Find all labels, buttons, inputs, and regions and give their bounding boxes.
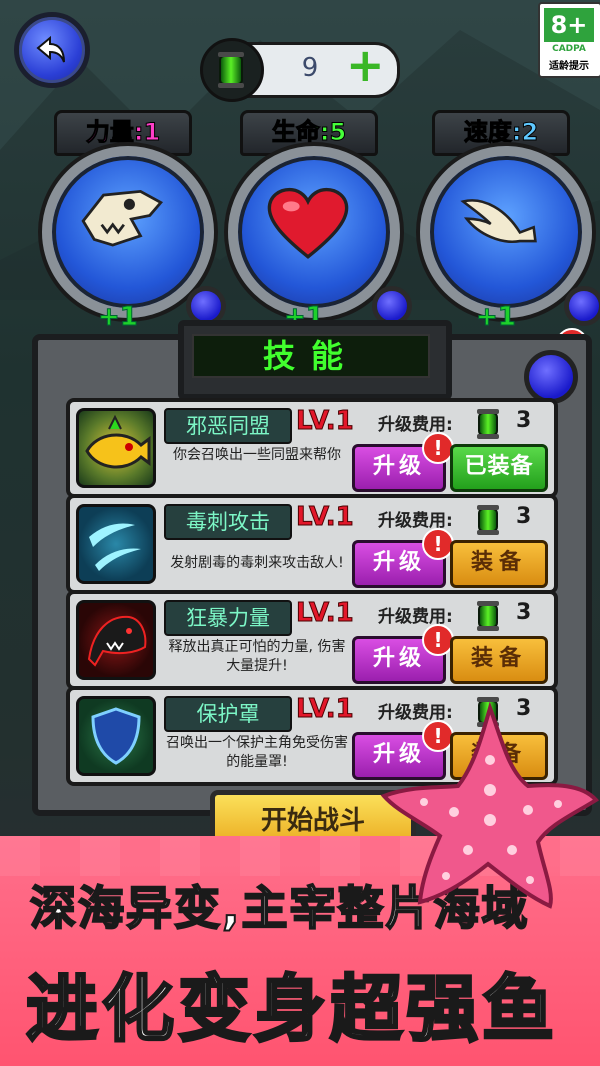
piranha-icon — [76, 408, 156, 488]
skill-cost-value: 3 — [516, 600, 532, 625]
gene-canister-icon — [477, 601, 499, 631]
skill-name: 狂暴力量 — [164, 600, 292, 636]
skills-panel-title: 技能 — [192, 334, 430, 378]
skill-level: LV.1 — [296, 406, 355, 437]
skill-level: LV.1 — [296, 502, 355, 533]
skill-cost-label: 升级费用: — [378, 607, 453, 627]
promo-tagline: 进化变身超强鱼 — [25, 966, 559, 1053]
poison-spike-icon — [76, 504, 156, 584]
shield-icon — [76, 696, 156, 776]
equipped-skill-button[interactable]: 已装备 — [450, 444, 548, 492]
equip-skill-button[interactable]: 装备 — [450, 636, 548, 684]
equip-skill-button[interactable]: 装备 — [450, 540, 548, 588]
plus-icon: + — [346, 38, 385, 92]
stat-bonus: +1 — [476, 302, 517, 333]
age-rating-badge: 8+ CADPA 适龄提示 — [538, 2, 600, 78]
skill-row-evil-alliance: 邪恶同盟 LV.1 升级费用: 3 你会召唤出一些同盟来帮你 升级 ! 已装备 — [66, 398, 558, 498]
gene-canister-icon — [218, 52, 244, 88]
skill-description: 发射剧毒的毒刺来攻击敌人! — [170, 555, 344, 571]
shark-skull-icon — [81, 189, 164, 247]
currency-icon-frame — [200, 38, 264, 102]
skill-description: 释放出真正可怕的力量, 伤害大量提升! — [168, 639, 346, 674]
skill-level: LV.1 — [296, 598, 355, 629]
skill-cost-label: 升级费用: — [378, 511, 453, 531]
age-rating-org: CADPA — [552, 44, 586, 54]
skill-row-poison-spike: 毒刺攻击 LV.1 升级费用: 3 发射剧毒的毒刺来攻击敌人! 升级 ! 装备 — [66, 494, 558, 594]
stat-orb — [420, 146, 592, 318]
skill-row-berserk-power: 狂暴力量 LV.1 升级费用: 3 释放出真正可怕的力量, 伤害大量提升! 升级… — [66, 590, 558, 690]
heart-icon — [267, 187, 349, 259]
orb-indicator — [564, 286, 600, 326]
skill-level: LV.1 — [296, 694, 355, 725]
currency-value: 9 — [301, 53, 319, 83]
panel-indicator — [524, 350, 578, 404]
back-button[interactable] — [14, 12, 90, 88]
skill-cost-value: 3 — [516, 504, 532, 529]
skill-cost-label: 升级费用: — [378, 415, 453, 435]
add-currency-button[interactable]: + — [346, 42, 385, 88]
skills-panel-header: 技能 — [178, 320, 452, 400]
skill-name: 邪恶同盟 — [164, 408, 292, 444]
stat-orb — [42, 146, 214, 318]
fish-tail-icon — [460, 199, 537, 244]
age-rating-number: 8+ — [544, 8, 594, 42]
stat-orb — [228, 146, 400, 318]
skill-name: 毒刺攻击 — [164, 504, 292, 540]
skill-cost-value: 3 — [516, 408, 532, 433]
gene-canister-icon — [477, 409, 499, 439]
skill-description: 召唤出一个保护主角免受伤害的能量罩! — [166, 735, 348, 770]
age-rating-note: 适龄提示 — [549, 61, 589, 72]
skill-description: 你会召唤出一些同盟来帮你 — [173, 447, 341, 463]
starfish-icon — [380, 701, 600, 909]
gene-canister-icon — [477, 505, 499, 535]
berserk-monster-icon — [76, 600, 156, 680]
stat-bonus: +1 — [98, 302, 139, 333]
skill-name: 保护罩 — [164, 696, 292, 732]
back-arrow-icon — [36, 35, 65, 63]
